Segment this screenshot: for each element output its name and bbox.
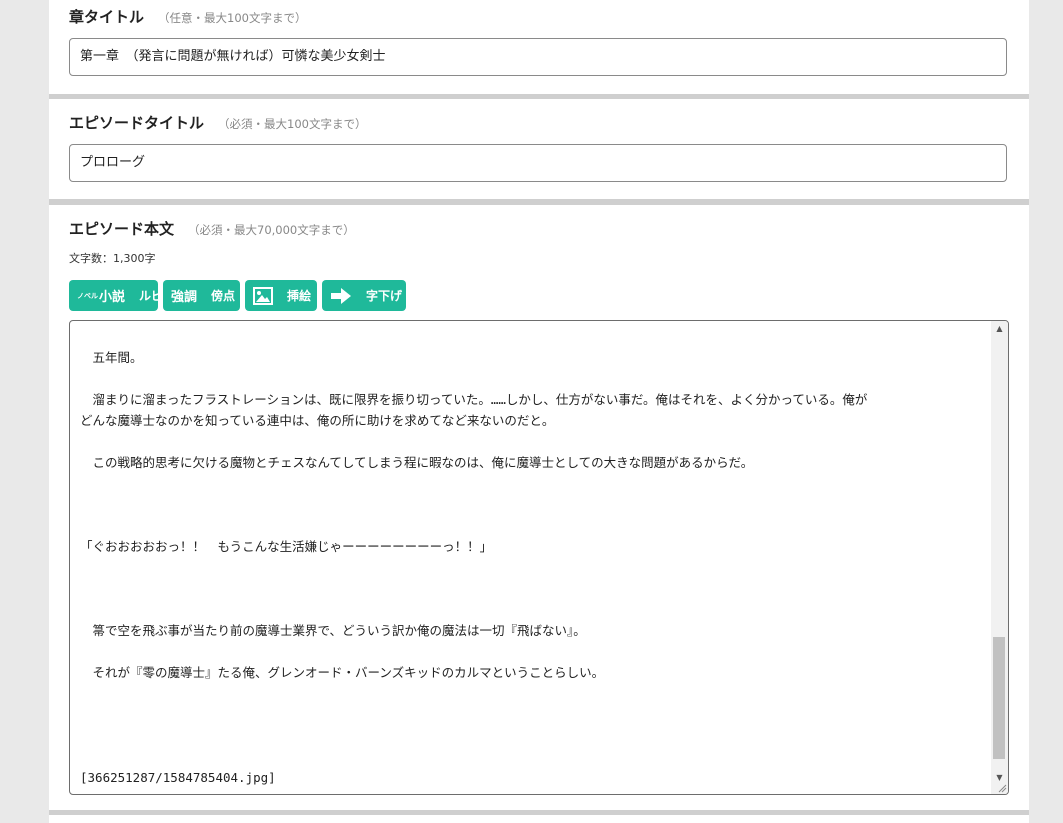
episode-body-hint: （必須・最大70,000文字まで） [188, 223, 355, 237]
chapter-title-section: 章タイトル （任意・最大100文字まで） 第一章 （発言に問題が無ければ）可憐な… [49, 0, 1029, 94]
body-line: 溜まりに溜まったフラストレーションは、既に限界を振り切っていた。……しかし、仕方… [80, 392, 868, 407]
episode-body-section: エピソード本文 （必須・最大70,000文字まで） 文字数：1,300字 ノベル… [49, 205, 1029, 810]
indent-button[interactable]: 字下げ [322, 280, 406, 311]
episode-title-hint: （必須・最大100文字まで） [218, 117, 367, 131]
body-line: この戦略的思考に欠ける魔物とチェスなんてしてしまう程に暇なのは、俺に魔導士として… [80, 455, 754, 470]
scrollbar-thumb[interactable] [993, 637, 1005, 759]
emphasis-icon-text: 強調 [171, 290, 198, 305]
editor-scrollbar[interactable]: ▲ ▼ [991, 321, 1008, 794]
emphasis-icon: 強調 [171, 286, 197, 305]
episode-body-content[interactable]: ……。……。……。 五年間。 溜まりに溜まったフラストレーションは、既に限界を振… [80, 321, 978, 794]
emphasis-button-label: 傍点 [211, 289, 236, 303]
episode-title-input[interactable]: プロローグ [69, 144, 1007, 182]
chapter-title-input[interactable]: 第一章 （発言に問題が無ければ）可憐な美少女剣士 [69, 38, 1007, 76]
image-reference-line: [366251287/1584785404.jpg] [80, 770, 276, 785]
episode-body-label: エピソード本文 [69, 220, 175, 238]
novel-ruby-small: ノベル [77, 291, 98, 300]
chapter-title-label: 章タイトル [69, 8, 145, 26]
ruby-button[interactable]: ノベル 小説 ルビ [69, 280, 163, 311]
episode-title-section: エピソードタイトル （必須・最大100文字まで） プロローグ [49, 99, 1029, 199]
chapter-title-hint: （任意・最大100文字まで） [158, 11, 307, 25]
emphasis-button[interactable]: 強調 傍点 [163, 280, 240, 311]
episode-body-textarea[interactable]: ……。……。……。 五年間。 溜まりに溜まったフラストレーションは、既に限界を振… [69, 320, 1009, 795]
indent-button-label: 字下げ [366, 289, 403, 303]
arrow-right-icon [330, 287, 352, 305]
illustration-button-label: 挿絵 [287, 289, 312, 303]
illustration-button[interactable]: 挿絵 [245, 280, 317, 311]
next-section [49, 815, 1029, 823]
image-icon [253, 286, 273, 305]
episode-title-label: エピソードタイトル [69, 114, 205, 132]
resize-grip-icon[interactable] [998, 784, 1007, 793]
char-count: 文字数：1,300字 [69, 252, 156, 265]
body-line: 「ぐおおおおおっ！！ もうこんな生活嫌じゃーーーーーーーーっ！！」 [80, 539, 493, 554]
body-line: それが『零の魔導士』たる俺、グレンオード・バーンズキッドのカルマということらしい… [80, 665, 605, 680]
ruby-button-label: ルビ [139, 289, 164, 303]
editor-toolbar: ノベル 小説 ルビ 強調 傍点 挿絵 字下げ [69, 280, 406, 311]
form-container: 章タイトル （任意・最大100文字まで） 第一章 （発言に問題が無ければ）可憐な… [49, 0, 1029, 823]
partial-top-line: ……。……。……。 [80, 321, 163, 326]
body-line: どんな魔導士なのかを知っている連中は、俺の所に助けを求めてなど来ないのだと。 [80, 413, 555, 428]
body-line: 箒で空を飛ぶ事が当たり前の魔導士業界で、どういう訳か俺の魔法は一切『飛ばない』。 [80, 623, 586, 638]
scroll-up-arrow-icon[interactable]: ▲ [991, 321, 1008, 337]
novel-ruby-icon-text: 小説 [99, 290, 126, 305]
novel-ruby-icon: ノベル 小説 [77, 286, 125, 305]
body-line: 五年間。 [80, 350, 143, 365]
